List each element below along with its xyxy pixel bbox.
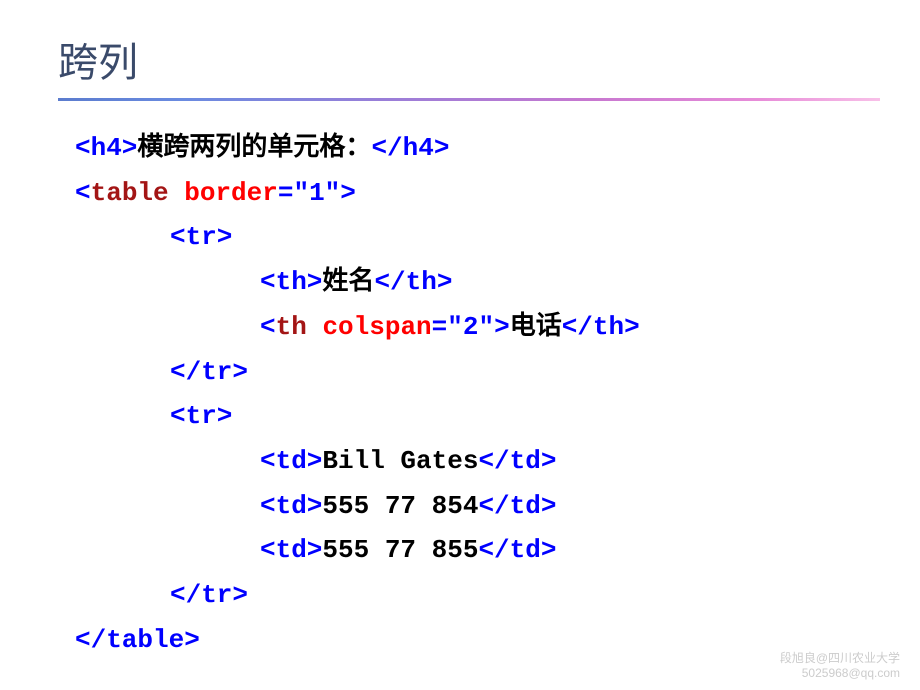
td-open: <td> bbox=[260, 446, 322, 476]
footer-author: 段旭良@四川农业大学 bbox=[780, 651, 900, 667]
th-close: </th> bbox=[374, 267, 452, 297]
title-divider bbox=[58, 98, 880, 101]
th1-text: 姓名 bbox=[322, 267, 374, 297]
td3-text: 555 77 855 bbox=[322, 535, 478, 565]
tag-h4-open: <h4> bbox=[75, 133, 137, 163]
code-line-tr2-close: </tr> bbox=[75, 573, 920, 618]
td-open2: <td> bbox=[260, 491, 322, 521]
td-close2: </td> bbox=[478, 491, 556, 521]
td-close3: </td> bbox=[478, 535, 556, 565]
th2-text: 电话 bbox=[510, 312, 562, 342]
border-attr: border bbox=[184, 178, 278, 208]
code-line-table-open: <table border="1"> bbox=[75, 171, 920, 216]
tr-open: <tr> bbox=[170, 222, 232, 252]
table-tag-name: table bbox=[91, 178, 169, 208]
colspan-val: "2" bbox=[447, 312, 494, 342]
code-line-td1: <td>Bill Gates</td> bbox=[75, 439, 920, 484]
th2-close: </th> bbox=[562, 312, 640, 342]
td2-text: 555 77 854 bbox=[322, 491, 478, 521]
h4-text: 横跨两列的单元格： bbox=[137, 133, 371, 163]
tr-close: </tr> bbox=[170, 357, 248, 387]
footer-email: 5025968@qq.com bbox=[780, 666, 900, 682]
colspan-attr: colspan bbox=[322, 312, 431, 342]
td-close: </td> bbox=[478, 446, 556, 476]
code-line-tr1-close: </tr> bbox=[75, 350, 920, 395]
colspan-eq: = bbox=[432, 312, 448, 342]
td1-text: Bill Gates bbox=[322, 446, 478, 476]
code-line-h4: <h4>横跨两列的单元格：</h4> bbox=[75, 126, 920, 171]
code-line-tr1-open: <tr> bbox=[75, 215, 920, 260]
table-open-lt: < bbox=[75, 178, 91, 208]
code-line-th2: <th colspan="2">电话</th> bbox=[75, 305, 920, 350]
th2-lt: < bbox=[260, 312, 276, 342]
th-tag: th bbox=[276, 312, 307, 342]
tr-open2: <tr> bbox=[170, 401, 232, 431]
th-open: <th> bbox=[260, 267, 322, 297]
tag-h4-close: </h4> bbox=[371, 133, 449, 163]
th2-gt: > bbox=[494, 312, 510, 342]
td-open3: <td> bbox=[260, 535, 322, 565]
code-block: <h4>横跨两列的单元格：</h4> <table border="1"> <t… bbox=[0, 126, 920, 663]
slide-title: 跨列 bbox=[0, 0, 920, 98]
table-open-gt: > bbox=[340, 178, 356, 208]
code-line-td3: <td>555 77 855</td> bbox=[75, 528, 920, 573]
border-eq: = bbox=[278, 178, 294, 208]
border-val: "1" bbox=[293, 178, 340, 208]
code-line-tr2-open: <tr> bbox=[75, 394, 920, 439]
footer: 段旭良@四川农业大学 5025968@qq.com bbox=[780, 651, 900, 682]
code-line-th1: <th>姓名</th> bbox=[75, 260, 920, 305]
code-line-td2: <td>555 77 854</td> bbox=[75, 484, 920, 529]
space2 bbox=[307, 312, 323, 342]
tr-close2: </tr> bbox=[170, 580, 248, 610]
space bbox=[169, 178, 185, 208]
table-close: </table> bbox=[75, 625, 200, 655]
